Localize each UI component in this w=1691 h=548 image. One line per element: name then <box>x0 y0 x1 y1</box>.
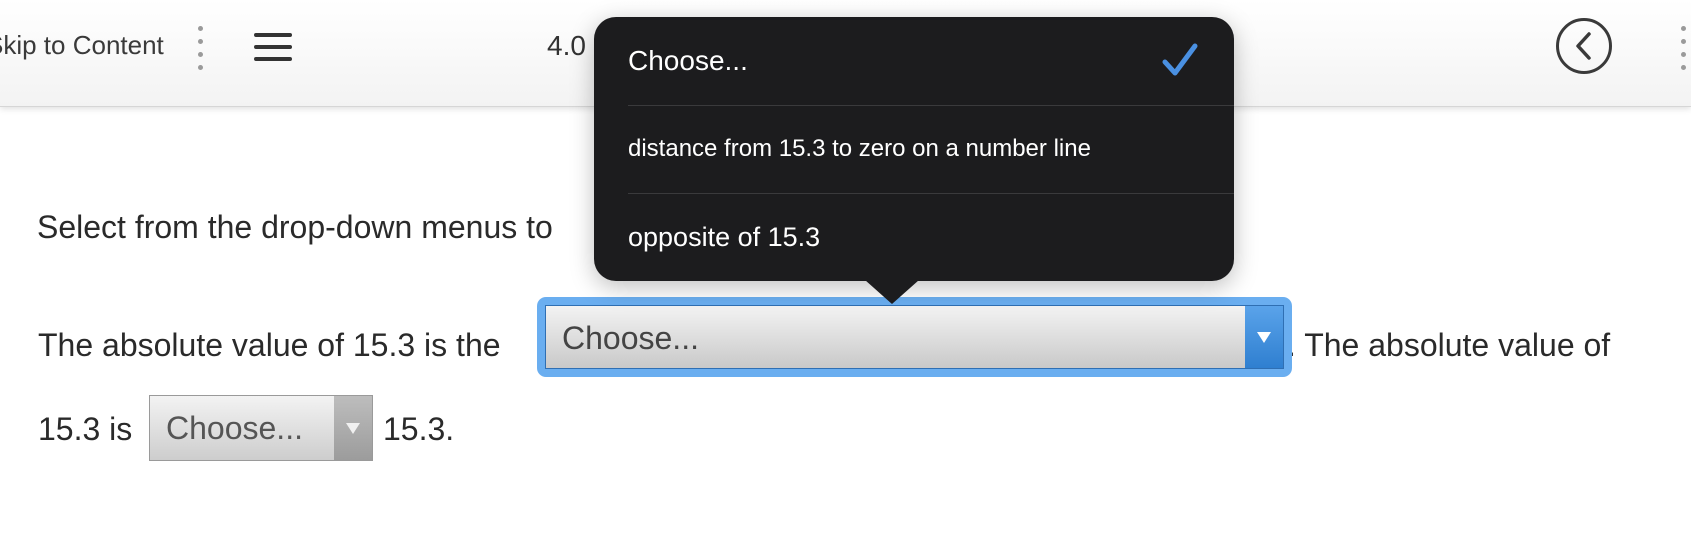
dropdown-option[interactable]: distance from 15.3 to zero on a number l… <box>628 105 1234 194</box>
dropdown-select-2[interactable]: Choose... <box>149 395 373 461</box>
chevron-left-icon <box>1576 32 1591 60</box>
sentence-text: . The absolute value of <box>1287 327 1611 363</box>
dropdown-value: Choose... <box>562 320 699 356</box>
dropdown-arrow-icon[interactable] <box>334 396 372 460</box>
dropdown-select-1[interactable]: Choose... <box>545 305 1284 369</box>
dropdown-options-popover: Choose... distance from 15.3 to zero on … <box>594 17 1234 304</box>
drag-handle-icon[interactable] <box>1680 26 1686 70</box>
skip-to-content-link[interactable]: Skip to Content <box>0 30 164 61</box>
lesson-title: 4.0 <box>547 30 586 61</box>
dropdown-option[interactable]: Choose... <box>628 17 1234 106</box>
sentence-text: 15.3. <box>383 411 455 447</box>
sentence-text: The absolute value of 15.3 is the <box>38 327 501 363</box>
sentence-text: 15.3 is <box>38 411 133 447</box>
question-prompt: Select from the drop-down menus to <box>37 209 553 245</box>
option-label: Choose... <box>628 45 748 76</box>
dropdown-arrow-icon[interactable] <box>1245 306 1283 368</box>
popover-pointer <box>865 280 919 304</box>
checkmark-icon <box>1162 43 1198 76</box>
hamburger-menu-icon[interactable] <box>254 33 292 61</box>
option-label: opposite of 15.3 <box>628 222 821 252</box>
back-button[interactable] <box>1556 18 1612 74</box>
dropdown-value: Choose... <box>166 410 303 446</box>
dropdown-option[interactable]: opposite of 15.3 <box>628 193 1234 281</box>
drag-handle-icon[interactable] <box>197 26 203 70</box>
option-label: distance from 15.3 to zero on a number l… <box>628 135 1091 162</box>
